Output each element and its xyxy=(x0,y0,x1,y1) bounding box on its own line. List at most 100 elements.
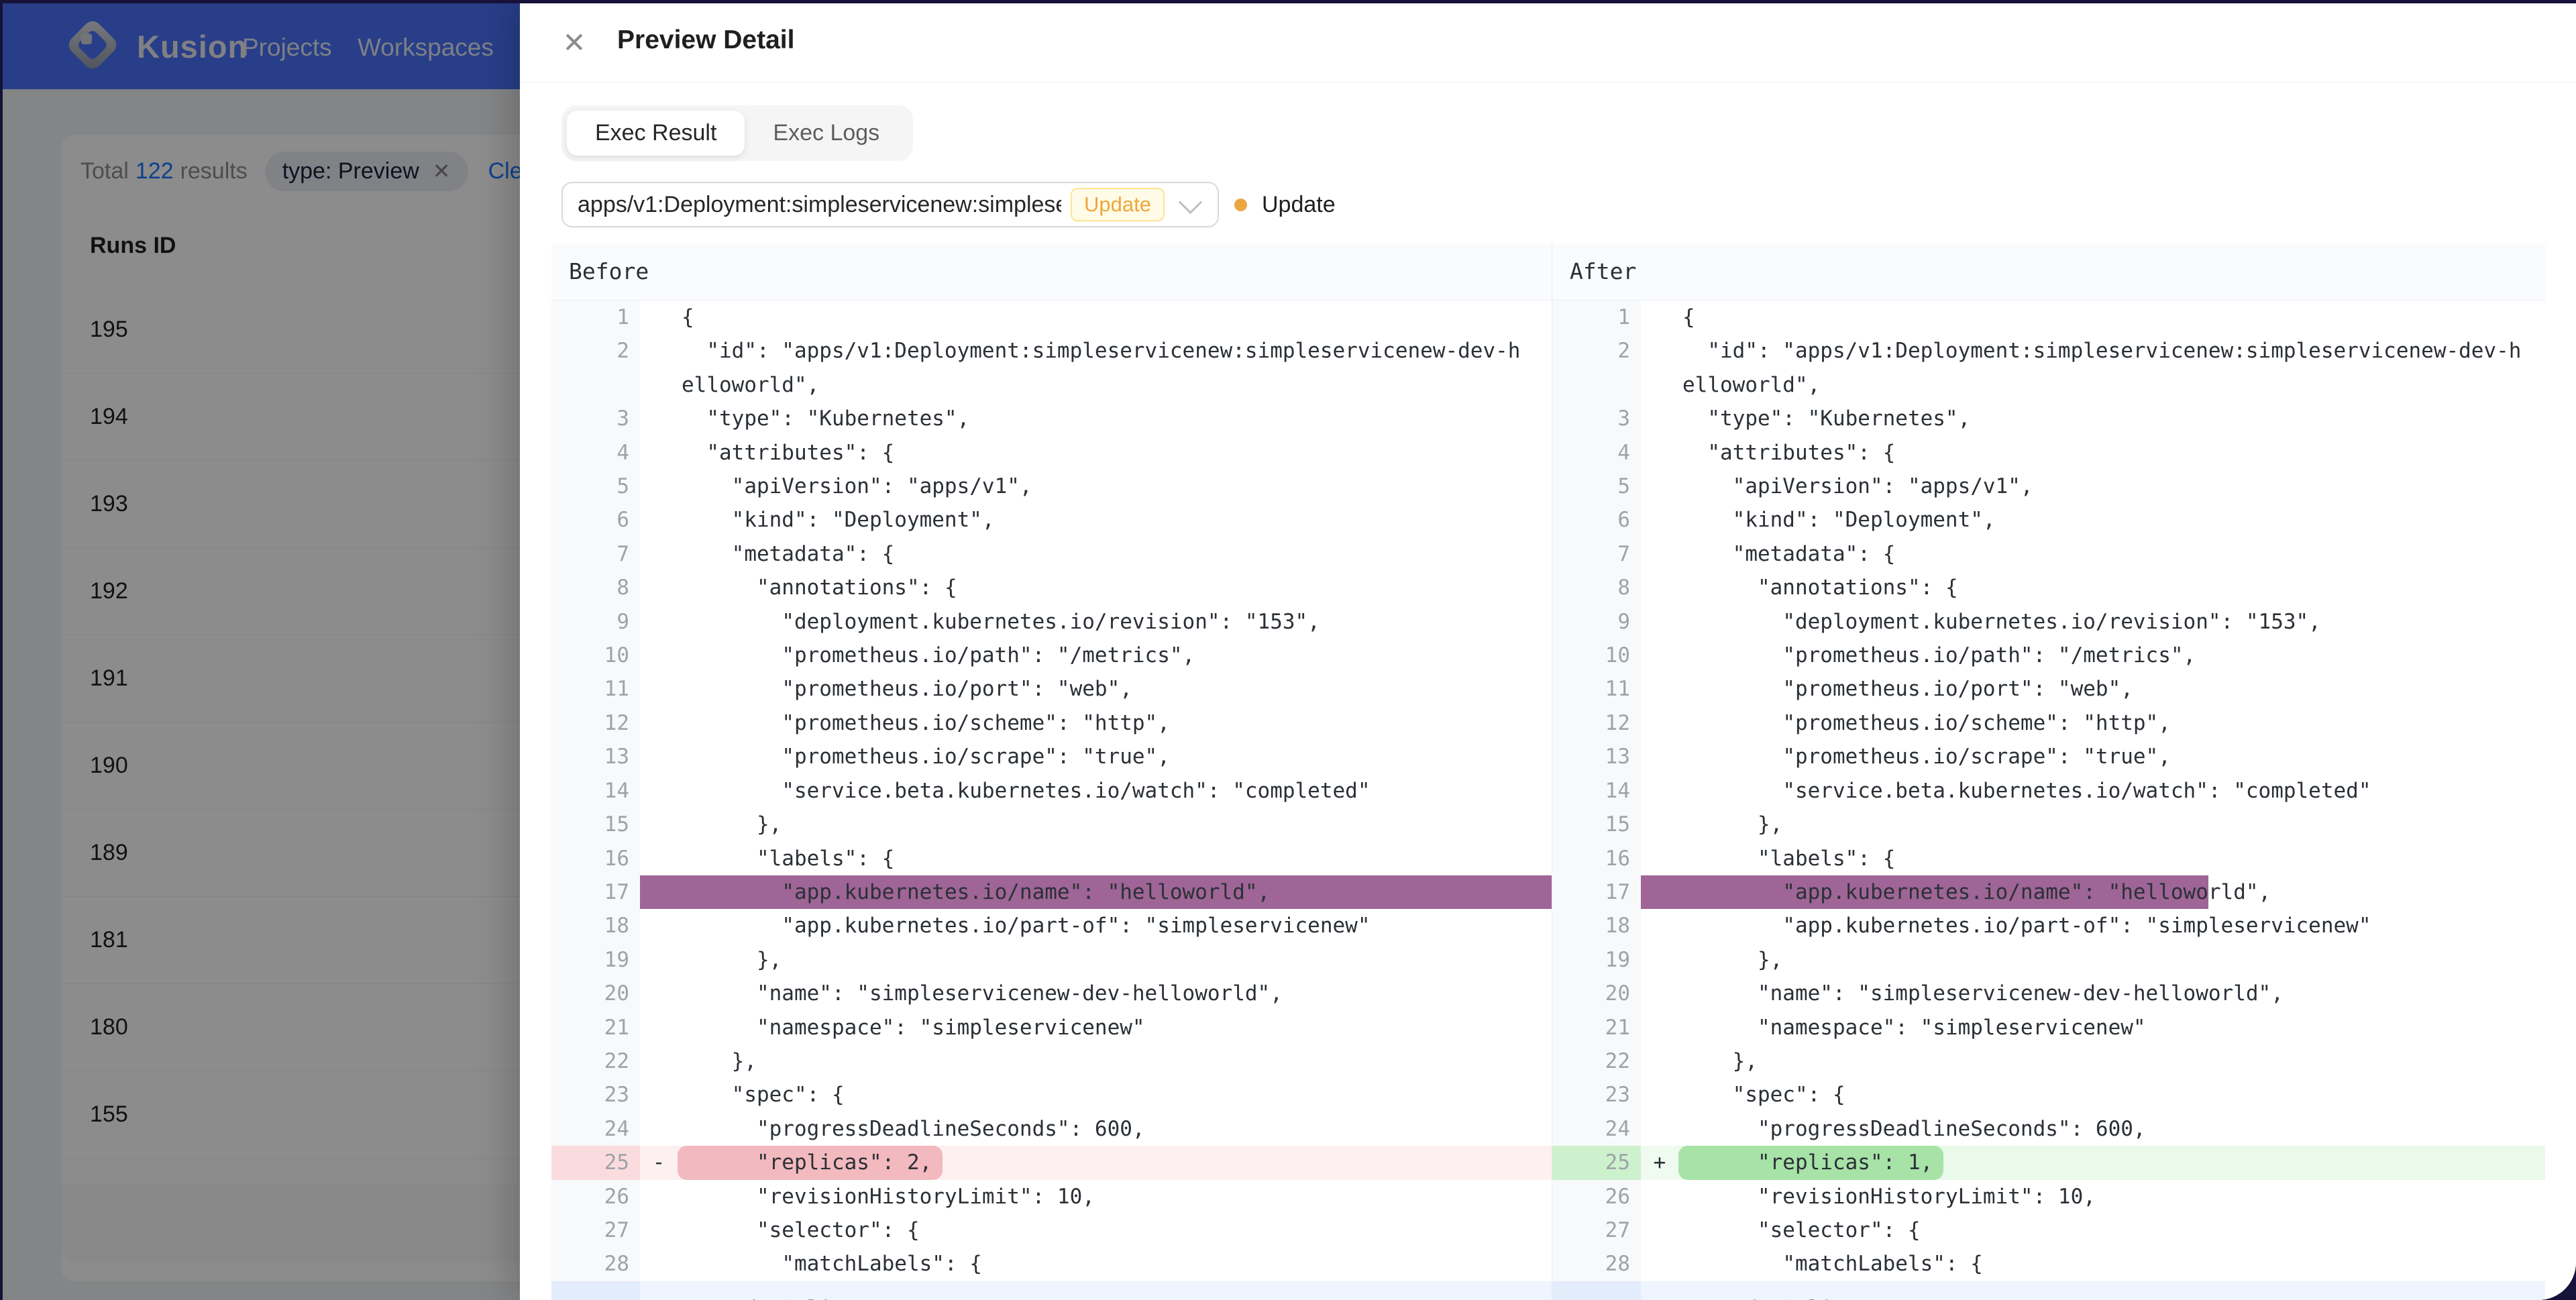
diff-line: 10 "prometheus.io/path": "/metrics", xyxy=(551,639,1552,673)
diff-line: 25- "replicas": 2, xyxy=(551,1146,1552,1180)
line-number: 15 xyxy=(551,808,640,842)
line-number: 27 xyxy=(1552,1213,1641,1248)
diff-line: 25 + "replicas": 1, xyxy=(1552,1146,2545,1180)
code-text: "prometheus.io/path": "/metrics", xyxy=(682,643,1195,668)
diff-marker xyxy=(1641,909,1678,942)
expand-lines-row[interactable]: Expand 52 lines xyxy=(551,1281,1552,1300)
diff-line: 14 "service.beta.kubernetes.io/watch": "… xyxy=(1552,773,2545,808)
exec-tabs: Exec Result Exec Logs xyxy=(561,105,914,161)
diff-marker xyxy=(1641,1247,1678,1281)
line-number: 20 xyxy=(1552,977,1641,1011)
line-number: 7 xyxy=(551,537,640,572)
diff-marker xyxy=(1641,1213,1678,1247)
code-text: "prometheus.io/scheme": "http", xyxy=(1682,710,2171,735)
diff-line: 13 "prometheus.io/scrape": "true", xyxy=(551,740,1552,774)
diff-marker xyxy=(1641,1180,1678,1213)
code-text: "progressDeadlineSeconds": 600, xyxy=(682,1116,1145,1141)
line-number: 17 xyxy=(551,875,640,910)
diff-line: 6 "kind": "Deployment", xyxy=(1552,503,2545,537)
line-number: 16 xyxy=(1552,841,1641,875)
diff-marker xyxy=(1641,334,1678,402)
line-number: 22 xyxy=(551,1044,640,1079)
code-text: "spec": { xyxy=(682,1083,845,1107)
expand-label[interactable]: Expand 52 lines xyxy=(1678,1281,2545,1300)
line-number: 15 xyxy=(1552,808,1641,842)
code-text: "service.beta.kubernetes.io/watch": "com… xyxy=(682,778,1371,803)
code-text: "apiVersion": "apps/v1", xyxy=(682,474,1032,499)
line-number: 23 xyxy=(1552,1078,1641,1112)
diff-line: 28 "matchLabels": { xyxy=(1552,1247,2545,1281)
code-text: "app.kubernetes.io/part-of": "simpleserv… xyxy=(1682,914,2371,938)
expand-gutter xyxy=(1552,1281,1641,1300)
diff-line: 22 }, xyxy=(1552,1044,2545,1079)
line-number: 5 xyxy=(551,470,640,504)
diff-line: 27 "selector": { xyxy=(551,1213,1552,1248)
tab-exec-result[interactable]: Exec Result xyxy=(567,111,745,156)
code-text: "metadata": { xyxy=(682,541,895,566)
diff-marker xyxy=(640,977,678,1010)
line-number: 2 xyxy=(1552,334,1641,402)
diff-marker xyxy=(640,909,678,942)
diff-marker xyxy=(640,1044,678,1078)
resource-select-value: apps/v1:Deployment:simpleservicenew:simp… xyxy=(578,191,1061,217)
diff-marker xyxy=(640,537,678,571)
diff-line: 20 "name": "simpleservicenew-dev-hellowo… xyxy=(1552,977,2545,1011)
diff-marker xyxy=(640,672,678,706)
diff-line: 9 "deployment.kubernetes.io/revision": "… xyxy=(551,604,1552,639)
code-text: "matchLabels": { xyxy=(1682,1252,1983,1277)
diff-marker xyxy=(640,875,678,910)
diff-marker xyxy=(640,436,678,470)
line-number: 24 xyxy=(1552,1112,1641,1146)
code-text: "id": "apps/v1:Deployment:simpleservicen… xyxy=(682,339,1521,397)
drawer-backdrop-mask[interactable] xyxy=(3,3,520,1300)
diff-line: 16 "labels": { xyxy=(551,841,1552,875)
expand-label[interactable]: Expand 52 lines xyxy=(678,1281,1552,1300)
code-text: }, xyxy=(1682,1048,1758,1073)
drawer-header: ✕ Preview Detail xyxy=(520,3,2576,83)
line-number: 21 xyxy=(551,1010,640,1044)
diff-line: 15 }, xyxy=(551,808,1552,842)
code-text: "spec": { xyxy=(1682,1083,1845,1107)
code-text: "name": "simpleservicenew-dev-helloworld… xyxy=(1682,981,2284,1006)
tab-exec-logs[interactable]: Exec Logs xyxy=(745,111,908,156)
diff-marker xyxy=(1641,571,1678,604)
code-text: }, xyxy=(682,947,782,972)
diff-line: 22 }, xyxy=(551,1044,1552,1079)
code-text: "attributes": { xyxy=(682,440,895,465)
diff-line: 8 "annotations": { xyxy=(1552,571,2545,605)
diff-line: 2 "id": "apps/v1:Deployment:simpleservic… xyxy=(551,334,1552,402)
code-text: "prometheus.io/scheme": "http", xyxy=(682,710,1170,735)
line-number: 19 xyxy=(1552,942,1641,977)
line-number: 20 xyxy=(551,977,640,1011)
diff-body: 1{2 "id": "apps/v1:Deployment:simpleserv… xyxy=(551,301,2546,1300)
diff-line: 19 }, xyxy=(551,942,1552,977)
diff-marker xyxy=(1641,740,1678,773)
line-number: 13 xyxy=(551,740,640,774)
code-text: { xyxy=(1682,305,1695,329)
code-text: }, xyxy=(682,1048,757,1073)
code-text: "prometheus.io/port": "web", xyxy=(1682,677,2133,702)
resource-select[interactable]: apps/v1:Deployment:simpleservicenew:simp… xyxy=(561,182,1219,227)
close-icon[interactable]: ✕ xyxy=(559,28,590,58)
diff-marker xyxy=(1641,875,1678,910)
diff-line: 7 "metadata": { xyxy=(551,537,1552,572)
expand-marker xyxy=(1641,1281,1678,1300)
diff-line: 9 "deployment.kubernetes.io/revision": "… xyxy=(1552,604,2545,639)
diff-line: 5 "apiVersion": "apps/v1", xyxy=(551,470,1552,504)
diff-marker xyxy=(640,943,678,977)
line-number: 3 xyxy=(551,402,640,436)
drawer-title: Preview Detail xyxy=(617,25,795,54)
code-text: "prometheus.io/port": "web", xyxy=(682,677,1132,702)
line-number: 9 xyxy=(1552,604,1641,639)
diff-line: 1{ xyxy=(551,301,1552,335)
line-number: 26 xyxy=(551,1179,640,1213)
diff-line: 4 "attributes": { xyxy=(1552,435,2545,470)
line-number: 4 xyxy=(1552,435,1641,470)
code-text: "prometheus.io/scrape": "true", xyxy=(682,745,1170,769)
expand-lines-row[interactable]: Expand 52 lines xyxy=(1552,1281,2545,1300)
code-text: "deployment.kubernetes.io/revision": "15… xyxy=(1682,609,2321,634)
code-text: "annotations": { xyxy=(682,576,957,600)
code-text: "selector": { xyxy=(1682,1217,1921,1242)
diff-line: 26 "revisionHistoryLimit": 10, xyxy=(551,1179,1552,1213)
line-number: 13 xyxy=(1552,740,1641,774)
